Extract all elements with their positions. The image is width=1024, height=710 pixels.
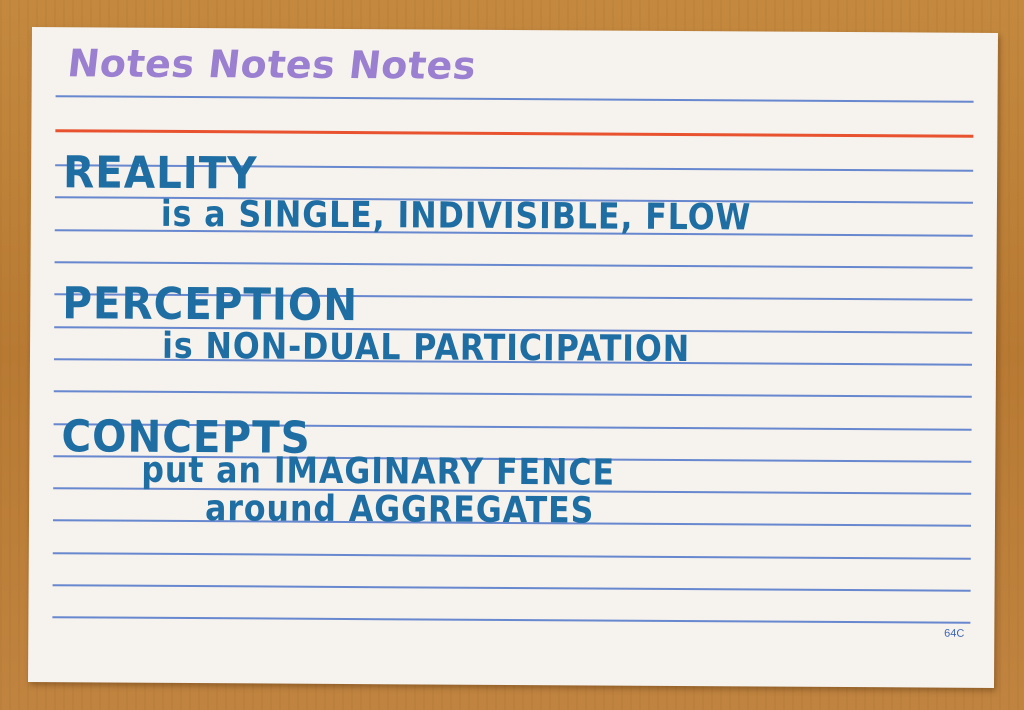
- margin-line: [55, 129, 974, 138]
- ruled-line: [52, 552, 971, 560]
- ruled-line: [53, 390, 972, 398]
- ruled-line: [54, 261, 973, 269]
- ruled-line: [52, 584, 971, 592]
- note-phrase-perception: is NON-DUAL PARTICIPATION: [161, 325, 691, 371]
- card-code: 64C: [944, 627, 965, 640]
- ruled-line: [55, 95, 974, 103]
- note-term-perception: PERCEPTION: [62, 278, 359, 332]
- note-phrase-concepts-line2: around AGGREGATES: [204, 488, 595, 532]
- index-card: Notes Notes Notes REALITY is a SINGLE, I…: [28, 27, 998, 688]
- note-phrase-concepts-line1: put an IMAGINARY FENCE: [141, 449, 616, 494]
- note-term-reality: REALITY: [62, 147, 258, 200]
- card-header: Notes Notes Notes: [65, 41, 479, 88]
- ruled-line: [52, 616, 971, 624]
- note-phrase-reality: is a SINGLE, INDIVISIBLE, FLOW: [160, 193, 752, 239]
